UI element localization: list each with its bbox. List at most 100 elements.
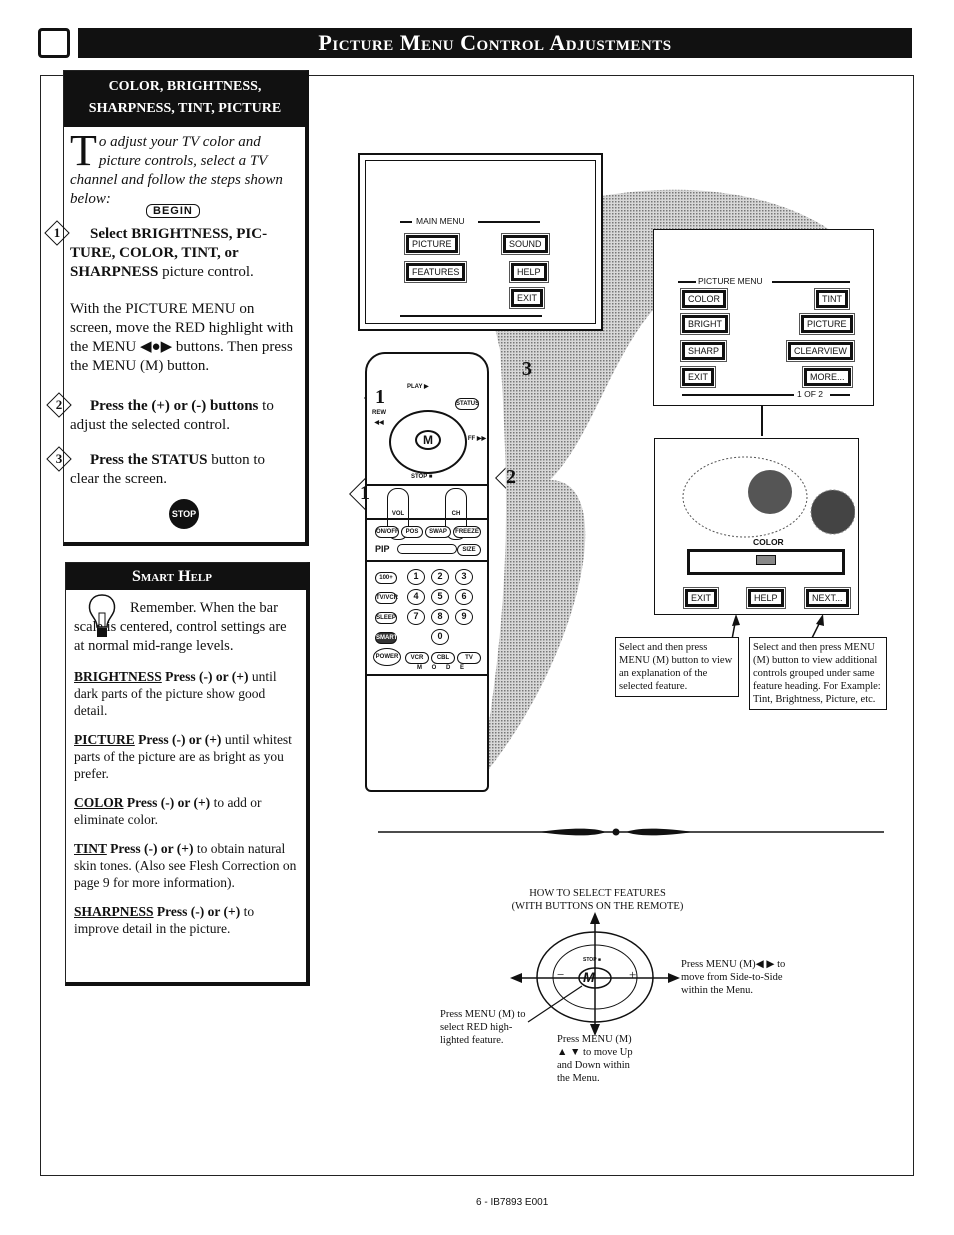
help-item: COLOR Press (-) or (+) to add or elimina… [74, 794, 300, 828]
remote-key-8[interactable]: 8 [431, 609, 449, 625]
step-2: 2 Press the (+) or (-) buttons to adjust… [56, 397, 296, 435]
screen-button-next[interactable]: NEXT... [804, 587, 851, 609]
dpad-menu-label: M [583, 969, 595, 985]
main-menu-screen: MAIN MENU PICTURE SOUND FEATURES HELP EX… [358, 153, 603, 331]
how-to-side-text: Press MENU (M)◀ ▶ to move from Side-to-S… [681, 959, 786, 996]
remote-key-9[interactable]: 9 [455, 609, 473, 625]
step-marker-2: 2 [496, 462, 526, 492]
menu-button-exit[interactable]: EXIT [508, 287, 546, 309]
remote-key-ff[interactable]: FF ▶▶ [467, 434, 487, 444]
step-text: picture control. [158, 264, 254, 280]
menu-button-help[interactable]: HELP [509, 261, 549, 283]
menu-button-tint[interactable]: TINT [814, 288, 850, 310]
dpad-minus: − [557, 967, 565, 982]
menu-button-sound[interactable]: SOUND [501, 233, 550, 255]
step-1: 1 Select BRIGHTNESS, PIC-TURE, COLOR, TI… [54, 225, 296, 376]
remote-key-cbl[interactable]: CBL [431, 652, 455, 664]
remote-key-1[interactable]: 1 [407, 569, 425, 585]
pip-bar [397, 544, 457, 554]
pip-label: PIP [375, 544, 390, 554]
help-term: TINT [74, 841, 107, 856]
remote-key-smart[interactable]: SMART [375, 632, 397, 644]
menu-button-bright[interactable]: BRIGHT [679, 313, 731, 335]
callout-help: Select and then press MENU (M) button to… [615, 637, 739, 697]
step-marker-3: 3 [512, 354, 542, 384]
remote-key-5[interactable]: 5 [431, 589, 449, 605]
steps-heading: COLOR, BRIGHTNESS, SHARPNESS, TINT, PICT… [64, 71, 306, 127]
remote-key-2[interactable]: 2 [431, 569, 449, 585]
color-label: COLOR [753, 537, 784, 547]
smart-help-box: Smart Help Remember. When the bar scale … [65, 562, 310, 986]
picture-illustration [682, 456, 855, 538]
dpad-stop-label: STOP ■ [583, 957, 601, 963]
remote-key-100[interactable]: 100+ [375, 572, 397, 584]
step-bold: Press the (+) or (-) buttons [90, 398, 259, 414]
smart-help-intro: Remember. When the bar scale is centered… [74, 600, 287, 654]
step-marker-1: 1 [365, 382, 395, 412]
arrow-line [761, 406, 763, 436]
remote-key-pip-freeze[interactable]: FREEZE [453, 526, 481, 538]
help-item: BRIGHTNESS Press (-) or (+) until dark p… [74, 668, 300, 719]
remote-key-menu[interactable]: M [415, 430, 441, 450]
step-number: 2 [46, 395, 72, 415]
menu-page-indicator: 1 OF 2 [797, 389, 823, 399]
remote-key-sleep[interactable]: SLEEP [375, 612, 397, 624]
help-bold: Press (-) or (+) [134, 732, 222, 747]
remote-key-pip-onoff[interactable]: ON/OFF [375, 526, 399, 538]
color-level-bar[interactable] [687, 549, 845, 575]
smart-help-heading: Smart Help [66, 563, 307, 590]
remote-key-status[interactable]: STATUS [455, 398, 479, 410]
help-term: PICTURE [74, 732, 135, 747]
remote-key-pip-pos[interactable]: POS [401, 526, 423, 538]
menu-button-sharp[interactable]: SHARP [679, 340, 728, 362]
remote-key-play[interactable]: PLAY ▶ [407, 382, 429, 392]
intro-body: o adjust your TV color and picture contr… [70, 134, 283, 207]
step-marker-1: 1 [350, 478, 380, 508]
help-item: TINT Press (-) or (+) to obtain natural … [74, 840, 300, 891]
menu-button-exit[interactable]: EXIT [679, 366, 717, 388]
menu-button-color[interactable]: COLOR [679, 288, 729, 310]
help-item: SHARPNESS Press (-) or (+) to improve de… [74, 903, 300, 937]
screen-button-exit[interactable]: EXIT [682, 587, 720, 609]
remote-key-tvvcr[interactable]: TV/VCR [375, 592, 398, 604]
page-footer: 6 - IB7893 E001 [476, 1197, 549, 1208]
smart-help-body: Remember. When the bar scale is centered… [74, 599, 300, 949]
help-term: COLOR [74, 795, 124, 810]
help-bold: Press (-) or (+) [106, 841, 194, 856]
picture-menu-title: PICTURE MENU [698, 276, 763, 286]
step-bold: Press the STATUS [90, 452, 208, 468]
step-number: 1 [44, 223, 70, 243]
remote-control: PLAY ▶ STATUS REW ◀◀ FF ▶▶ M STOP ■ VOL … [365, 352, 489, 792]
remote-key-vcr[interactable]: VCR [405, 652, 429, 664]
help-term: SHARPNESS [74, 904, 154, 919]
step-number: 3 [46, 449, 72, 469]
help-term: BRIGHTNESS [74, 669, 162, 684]
menu-button-clearview[interactable]: CLEARVIEW [786, 340, 855, 362]
remote-key-6[interactable]: 6 [455, 589, 473, 605]
how-to-select-text: Press MENU (M) to select RED high-lighte… [440, 1009, 526, 1046]
stop-icon: STOP [169, 499, 199, 529]
screen-button-help[interactable]: HELP [746, 587, 786, 609]
heading-line: SHARPNESS, TINT, PICTURE [88, 101, 282, 116]
menu-button-picture[interactable]: PICTURE [404, 233, 460, 255]
picture-menu-screen: PICTURE MENU COLOR TINT BRIGHT PICTURE S… [653, 229, 874, 406]
remote-key-power[interactable]: POWER [373, 648, 401, 666]
menu-button-features[interactable]: FEATURES [403, 261, 468, 283]
intro-text: To adjust your TV color and picture cont… [70, 129, 302, 209]
remote-key-stop[interactable]: STOP ■ [411, 472, 432, 482]
help-bold: Press (-) or (+) [153, 904, 241, 919]
menu-button-picture[interactable]: PICTURE [799, 313, 855, 335]
color-level-thumb[interactable] [756, 555, 776, 565]
how-to-title: HOW TO SELECT FEATURES (WITH BUTTONS ON … [480, 887, 715, 913]
remote-key-tv[interactable]: TV [457, 652, 481, 664]
remote-key-4[interactable]: 4 [407, 589, 425, 605]
section-divider [378, 828, 884, 836]
remote-key-7[interactable]: 7 [407, 609, 425, 625]
remote-key-size[interactable]: SIZE [457, 544, 481, 556]
menu-button-more[interactable]: MORE... [802, 366, 853, 388]
remote-key-pip-swap[interactable]: SWAP [425, 526, 451, 538]
begin-badge: BEGIN [146, 204, 200, 218]
help-bold: Press (-) or (+) [161, 669, 249, 684]
remote-key-3[interactable]: 3 [455, 569, 473, 585]
remote-key-0[interactable]: 0 [431, 629, 449, 645]
